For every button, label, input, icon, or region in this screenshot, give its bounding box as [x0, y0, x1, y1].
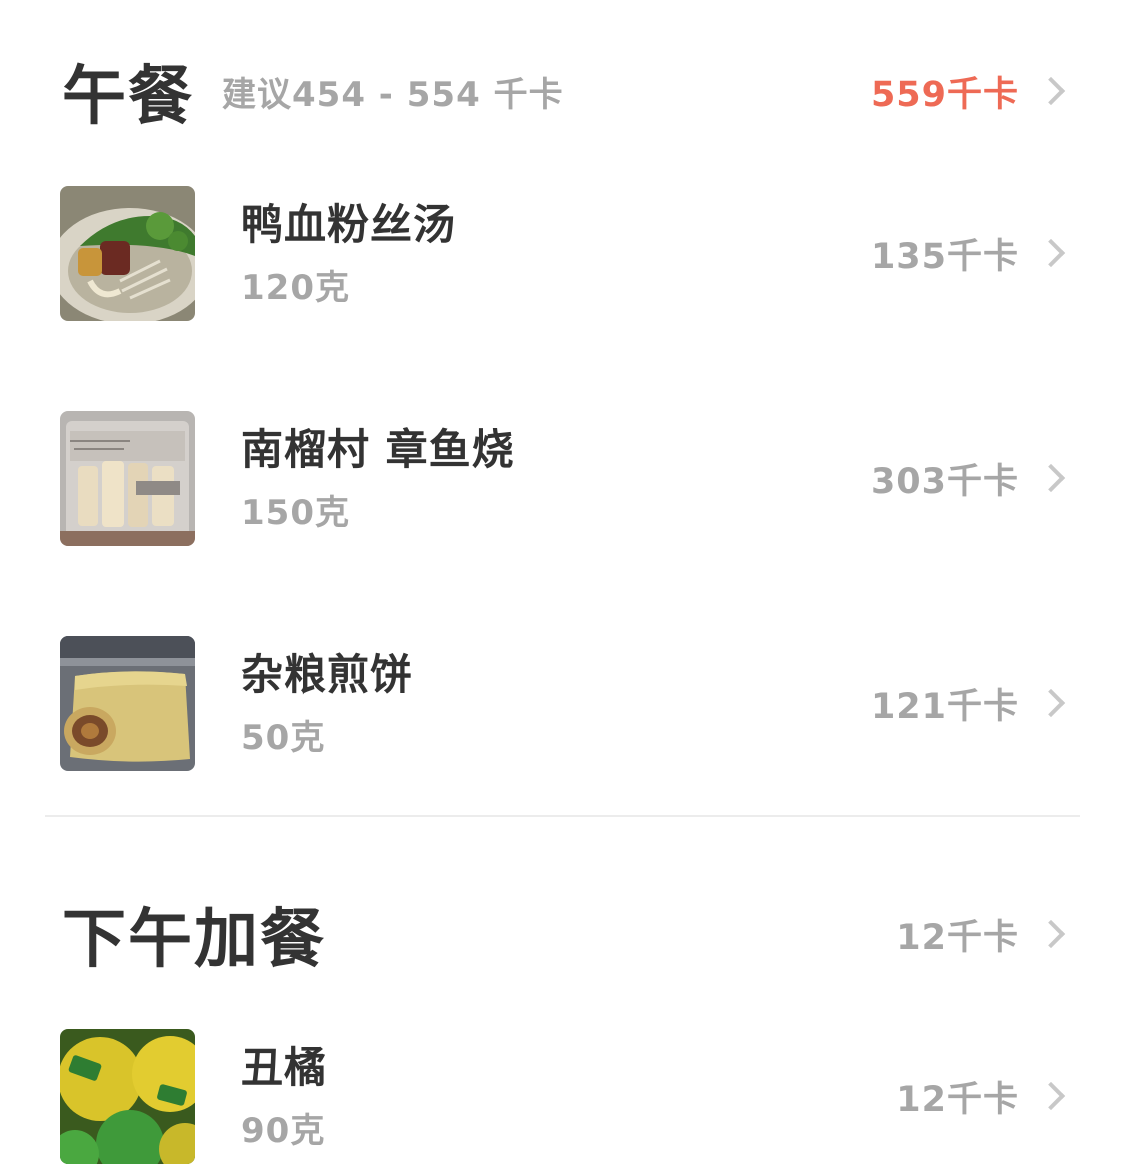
lunch-section-header[interactable]: 午餐 建议454 - 554 千卡 559千卡: [62, 52, 1067, 134]
food-name: 杂粮煎饼: [241, 650, 414, 699]
food-row-pancake[interactable]: 杂粮煎饼 50克 121千卡: [60, 635, 1067, 771]
food-kcal-link[interactable]: 12千卡: [896, 1071, 1067, 1122]
lunch-total-kcal: 559千卡: [870, 74, 1019, 115]
food-kcal: 303千卡: [870, 461, 1019, 502]
food-thumbnail-takoyaki: [60, 410, 195, 546]
chevron-right-icon: [1036, 238, 1066, 268]
food-thumbnail-soup: [60, 185, 195, 321]
chevron-right-icon: [1036, 1081, 1066, 1111]
snack-total-link[interactable]: 12千卡: [896, 909, 1067, 960]
food-info: 杂粮煎饼 50克: [241, 635, 413, 771]
food-info: 南榴村 章鱼烧 150克: [241, 410, 515, 546]
food-kcal-link[interactable]: 135千卡: [871, 228, 1067, 279]
chevron-right-icon: [1036, 463, 1066, 493]
food-amount: 50克: [241, 718, 326, 758]
lunch-title: 午餐: [62, 60, 194, 134]
food-name: 鸭血粉丝汤: [241, 200, 457, 249]
snack-section-header[interactable]: 下午加餐 12千卡: [62, 895, 1067, 977]
food-row-takoyaki[interactable]: 南榴村 章鱼烧 150克 303千卡: [60, 410, 1067, 546]
chevron-right-icon: [1036, 688, 1066, 718]
food-name: 丑橘: [241, 1043, 328, 1092]
food-info: 鸭血粉丝汤 120克: [241, 185, 456, 321]
food-row-duck-blood-soup[interactable]: 鸭血粉丝汤 120克 135千卡: [60, 185, 1067, 321]
food-amount: 120克: [241, 268, 350, 308]
chevron-right-icon: [1036, 919, 1066, 949]
food-thumbnail-ugli: [60, 1028, 195, 1164]
food-kcal: 12千卡: [896, 1079, 1019, 1120]
section-divider: [45, 815, 1080, 817]
food-kcal-link[interactable]: 303千卡: [871, 453, 1067, 504]
food-kcal-link[interactable]: 121千卡: [871, 678, 1067, 729]
food-row-ugli-fruit[interactable]: 丑橘 90克 12千卡: [60, 1028, 1067, 1164]
snack-total-kcal: 12千卡: [896, 917, 1019, 958]
lunch-total-link[interactable]: 559千卡: [871, 66, 1067, 117]
chevron-right-icon: [1036, 76, 1066, 106]
food-name: 南榴村 章鱼烧: [241, 425, 515, 474]
food-info: 丑橘 90克: [241, 1028, 327, 1164]
lunch-suggestion: 建议454 - 554 千卡: [222, 74, 564, 115]
food-kcal: 135千卡: [870, 236, 1019, 277]
food-amount: 150克: [241, 493, 350, 533]
food-kcal: 121千卡: [870, 686, 1019, 727]
food-thumbnail-pancake: [60, 635, 195, 771]
food-amount: 90克: [241, 1111, 326, 1151]
snack-title: 下午加餐: [62, 903, 326, 977]
